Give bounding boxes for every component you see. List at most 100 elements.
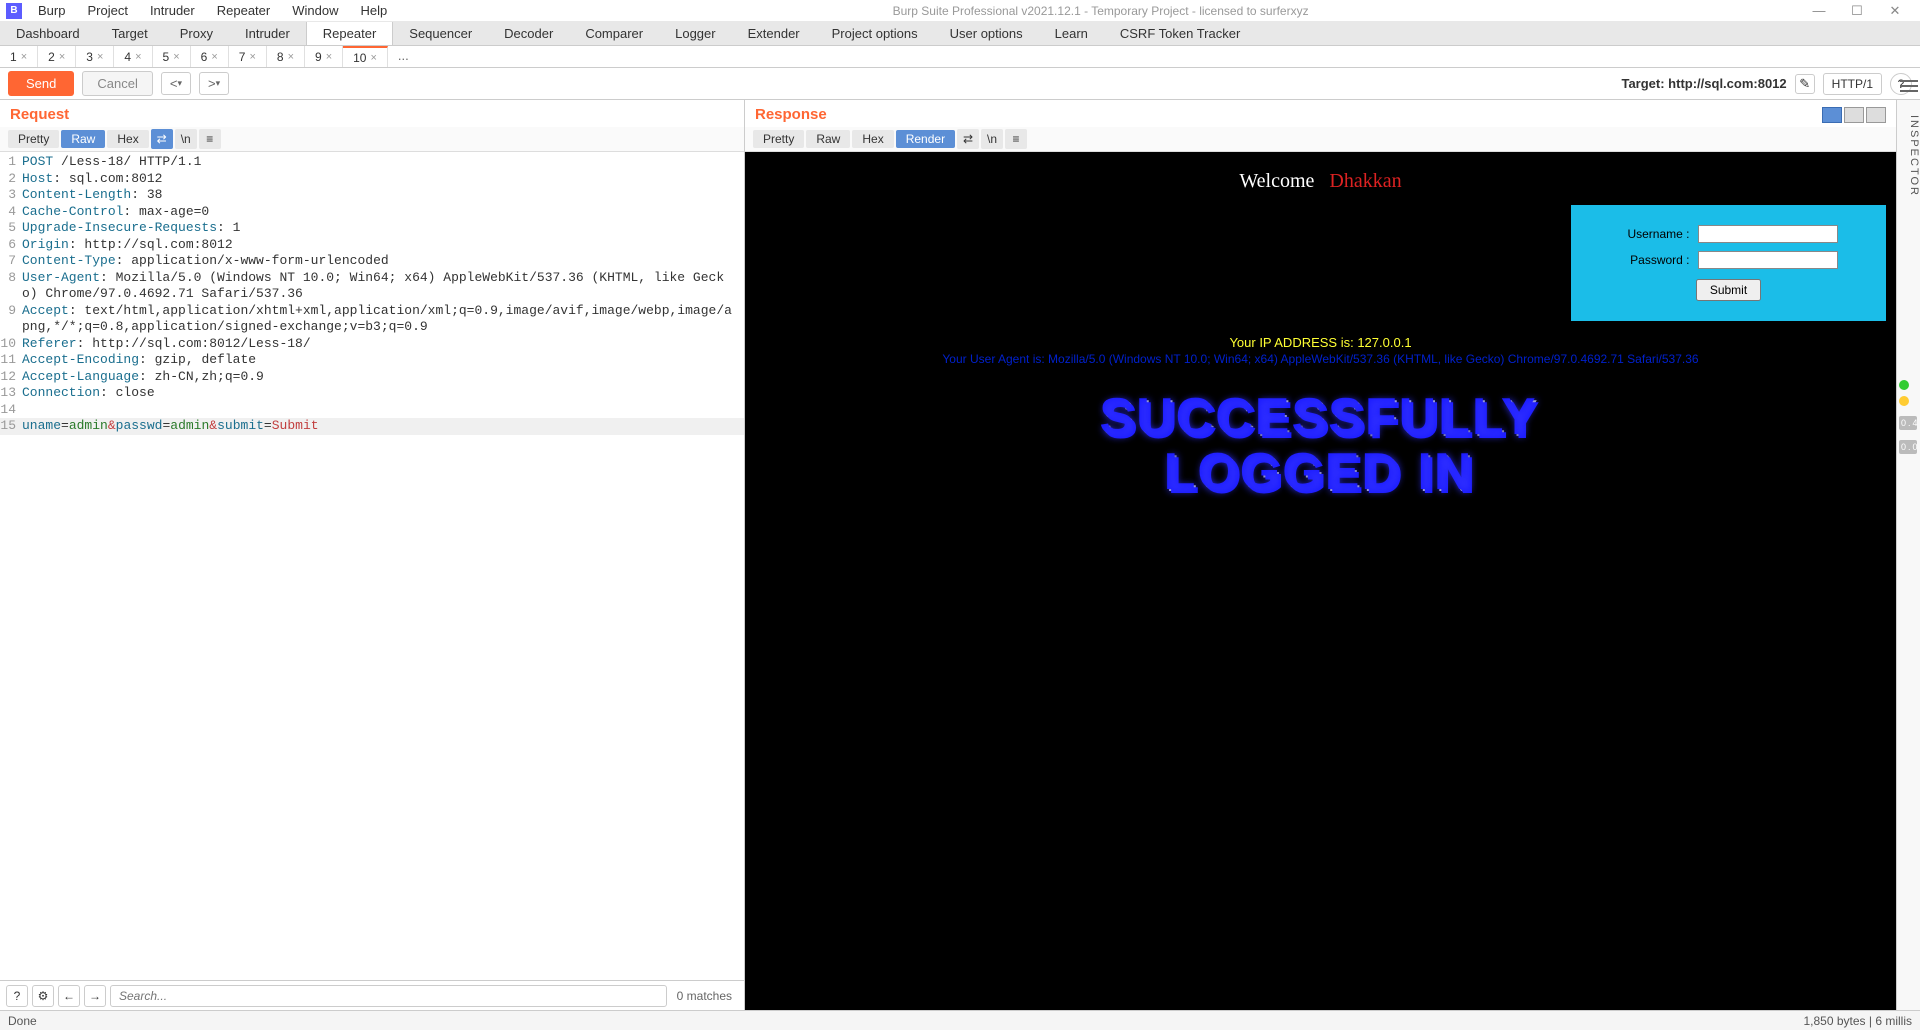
action-bar: Send Cancel < ▾ > ▾ Target: http://sql.c… bbox=[0, 68, 1920, 100]
cancel-button[interactable]: Cancel bbox=[82, 71, 152, 96]
inspector-sidebar[interactable]: INSPECTOR 0.4 0.0 bbox=[1896, 100, 1920, 1010]
editor-line[interactable]: 8User-Agent: Mozilla/5.0 (Windows NT 10.… bbox=[0, 270, 744, 303]
app-logo: B bbox=[6, 3, 22, 19]
menu-intruder[interactable]: Intruder bbox=[140, 1, 205, 20]
tab-logger[interactable]: Logger bbox=[659, 22, 731, 45]
repeater-tab-8[interactable]: 8× bbox=[267, 46, 305, 67]
close-tab-icon[interactable]: × bbox=[249, 51, 255, 63]
response-view-pretty[interactable]: Pretty bbox=[753, 130, 804, 148]
more-tabs-button[interactable]: ... bbox=[388, 46, 419, 67]
history-back-button[interactable]: < ▾ bbox=[161, 72, 191, 95]
editor-line[interactable]: 9Accept: text/html,application/xhtml+xml… bbox=[0, 303, 744, 336]
send-button[interactable]: Send bbox=[8, 71, 74, 96]
menu-burp[interactable]: Burp bbox=[28, 1, 75, 20]
tab-learn[interactable]: Learn bbox=[1039, 22, 1104, 45]
main-tabs: DashboardTargetProxyIntruderRepeaterSequ… bbox=[0, 22, 1920, 46]
close-tab-icon[interactable]: × bbox=[173, 51, 179, 63]
close-tab-icon[interactable]: × bbox=[59, 51, 65, 63]
editor-line[interactable]: 6Origin: http://sql.com:8012 bbox=[0, 237, 744, 254]
editor-line[interactable]: 11Accept-Encoding: gzip, deflate bbox=[0, 352, 744, 369]
tab-project-options[interactable]: Project options bbox=[816, 22, 934, 45]
repeater-tab-4[interactable]: 4× bbox=[114, 46, 152, 67]
edit-target-icon[interactable]: ✎ bbox=[1795, 74, 1815, 94]
response-render[interactable]: Welcome Dhakkan Username : Password : Su… bbox=[745, 152, 1896, 1010]
login-submit-button[interactable]: Submit bbox=[1696, 279, 1761, 301]
repeater-tab-6[interactable]: 6× bbox=[191, 46, 229, 67]
rate-badge-2: 0.0 bbox=[1899, 440, 1917, 454]
response-view-hex[interactable]: Hex bbox=[852, 130, 893, 148]
tab-dashboard[interactable]: Dashboard bbox=[0, 22, 96, 45]
close-tab-icon[interactable]: × bbox=[135, 51, 141, 63]
tab-sequencer[interactable]: Sequencer bbox=[393, 22, 488, 45]
close-tab-icon[interactable]: × bbox=[326, 51, 332, 63]
password-field[interactable] bbox=[1698, 251, 1838, 269]
tab-comparer[interactable]: Comparer bbox=[569, 22, 659, 45]
response-menu-icon[interactable]: ≡ bbox=[1005, 129, 1027, 149]
wrap-icon[interactable]: ⇄ bbox=[151, 129, 173, 149]
response-view-raw[interactable]: Raw bbox=[806, 130, 850, 148]
search-input[interactable] bbox=[110, 985, 667, 1007]
response-view-render[interactable]: Render bbox=[896, 130, 955, 148]
repeater-tab-1[interactable]: 1× bbox=[0, 46, 38, 67]
http-version-badge[interactable]: HTTP/1 bbox=[1823, 73, 1882, 95]
editor-line[interactable]: 10Referer: http://sql.com:8012/Less-18/ bbox=[0, 336, 744, 353]
menu-icon[interactable]: ≡ bbox=[199, 129, 221, 149]
request-view-raw[interactable]: Raw bbox=[61, 130, 105, 148]
target-label: Target: http://sql.com:8012 bbox=[1621, 76, 1786, 91]
response-pane: Response PrettyRawHexRender⇄\n≡ Welcome … bbox=[745, 100, 1896, 1010]
repeater-tab-9[interactable]: 9× bbox=[305, 46, 343, 67]
tab-csrf-token-tracker[interactable]: CSRF Token Tracker bbox=[1104, 22, 1256, 45]
editor-line[interactable]: 4Cache-Control: max-age=0 bbox=[0, 204, 744, 221]
menu-project[interactable]: Project bbox=[77, 1, 137, 20]
editor-line[interactable]: 3Content-Length: 38 bbox=[0, 187, 744, 204]
repeater-tab-5[interactable]: 5× bbox=[153, 46, 191, 67]
close-tab-icon[interactable]: × bbox=[21, 51, 27, 63]
username-field[interactable] bbox=[1698, 225, 1838, 243]
editor-line[interactable]: 1POST /Less-18/ HTTP/1.1 bbox=[0, 154, 744, 171]
editor-line[interactable]: 7Content-Type: application/x-www-form-ur… bbox=[0, 253, 744, 270]
close-tab-icon[interactable]: × bbox=[288, 51, 294, 63]
tab-repeater[interactable]: Repeater bbox=[306, 22, 393, 45]
search-settings-icon[interactable]: ⚙ bbox=[32, 985, 54, 1007]
layout-columns-icon[interactable] bbox=[1822, 107, 1842, 123]
menu-help[interactable]: Help bbox=[350, 1, 397, 20]
newline-icon[interactable]: \n bbox=[175, 129, 197, 149]
tab-decoder[interactable]: Decoder bbox=[488, 22, 569, 45]
response-newline-icon[interactable]: \n bbox=[981, 129, 1003, 149]
history-forward-button[interactable]: > ▾ bbox=[199, 72, 229, 95]
settings-icon[interactable] bbox=[1900, 78, 1918, 94]
editor-line[interactable]: 13Connection: close bbox=[0, 385, 744, 402]
tab-extender[interactable]: Extender bbox=[732, 22, 816, 45]
request-view-pretty[interactable]: Pretty bbox=[8, 130, 59, 148]
minimize-icon[interactable]: — bbox=[1804, 3, 1834, 19]
repeater-tab-10[interactable]: 10× bbox=[343, 46, 388, 67]
maximize-icon[interactable]: ☐ bbox=[1842, 3, 1872, 19]
tab-user-options[interactable]: User options bbox=[934, 22, 1039, 45]
close-tab-icon[interactable]: × bbox=[97, 51, 103, 63]
layout-rows-icon[interactable] bbox=[1844, 107, 1864, 123]
close-icon[interactable]: ✕ bbox=[1880, 3, 1910, 19]
search-prev-icon[interactable]: ← bbox=[58, 985, 80, 1007]
repeater-tab-2[interactable]: 2× bbox=[38, 46, 76, 67]
editor-line[interactable]: 15uname=admin&passwd=admin&submit=Submit bbox=[0, 418, 744, 435]
request-view-hex[interactable]: Hex bbox=[107, 130, 148, 148]
request-editor[interactable]: 1POST /Less-18/ HTTP/1.12Host: sql.com:8… bbox=[0, 152, 744, 980]
editor-line[interactable]: 2Host: sql.com:8012 bbox=[0, 171, 744, 188]
tab-target[interactable]: Target bbox=[96, 22, 164, 45]
tab-proxy[interactable]: Proxy bbox=[164, 22, 229, 45]
response-wrap-icon[interactable]: ⇄ bbox=[957, 129, 979, 149]
menu-repeater[interactable]: Repeater bbox=[207, 1, 280, 20]
tab-intruder[interactable]: Intruder bbox=[229, 22, 306, 45]
menu-window[interactable]: Window bbox=[282, 1, 348, 20]
search-next-icon[interactable]: → bbox=[84, 985, 106, 1007]
status-bar: Done 1,850 bytes | 6 millis bbox=[0, 1010, 1920, 1030]
search-help-icon[interactable]: ? bbox=[6, 985, 28, 1007]
editor-line[interactable]: 12Accept-Language: zh-CN,zh;q=0.9 bbox=[0, 369, 744, 386]
close-tab-icon[interactable]: × bbox=[211, 51, 217, 63]
close-tab-icon[interactable]: × bbox=[370, 52, 376, 64]
layout-tabs-icon[interactable] bbox=[1866, 107, 1886, 123]
repeater-tab-3[interactable]: 3× bbox=[76, 46, 114, 67]
editor-line[interactable]: 5Upgrade-Insecure-Requests: 1 bbox=[0, 220, 744, 237]
editor-line[interactable]: 14 bbox=[0, 402, 744, 419]
repeater-tab-7[interactable]: 7× bbox=[229, 46, 267, 67]
